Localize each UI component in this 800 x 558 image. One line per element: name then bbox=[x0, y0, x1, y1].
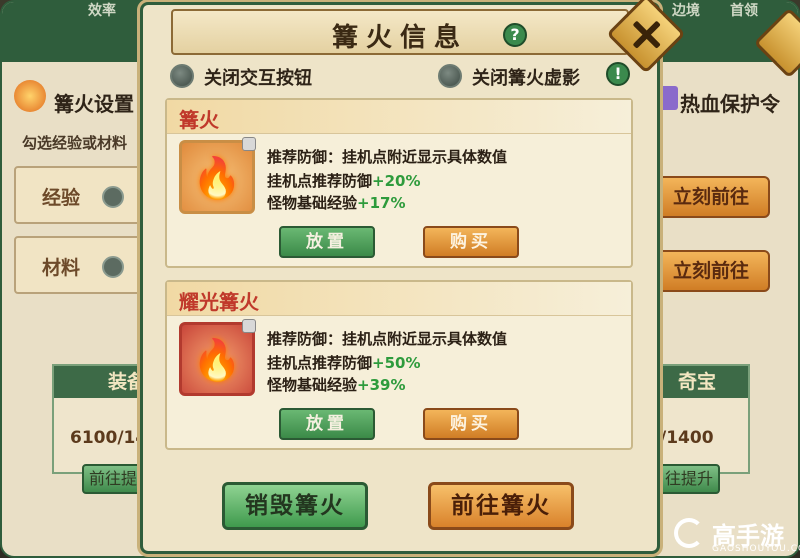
help-icon[interactable]: ? bbox=[503, 23, 527, 47]
equipment-card-title: 装备 bbox=[54, 366, 154, 398]
protection-order-title: 热血保护令 bbox=[680, 92, 780, 116]
equipment-upgrade-button[interactable]: 前往提 bbox=[82, 464, 144, 494]
item-exp-label: 怪物基础经验 bbox=[267, 376, 358, 394]
go-now-button-2[interactable]: 立刻前往 bbox=[652, 250, 770, 292]
top-tab-left[interactable]: 效率 bbox=[88, 0, 116, 20]
item-desc: 推荐防御：挂机点附近显示具体数值 bbox=[267, 330, 508, 348]
item-name: 篝火 bbox=[179, 108, 219, 132]
destroy-bonfire-button[interactable]: 销毁篝火 bbox=[222, 482, 368, 530]
watermark-domain: GAOSHOUYOU.COM bbox=[712, 544, 800, 554]
bonfire-settings-icon bbox=[14, 80, 46, 112]
toggle-shadow-label: 关闭篝火虚影 bbox=[472, 68, 580, 89]
item-exp-value: +39% bbox=[357, 376, 406, 394]
lock-icon bbox=[242, 137, 256, 151]
dialog-titlebar: 篝火信息 ? bbox=[171, 9, 629, 55]
material-option-label: 材料 bbox=[42, 257, 81, 279]
item-defense-label: 挂机点推荐防御 bbox=[267, 354, 373, 372]
buy-button[interactable]: 购买 bbox=[423, 408, 519, 440]
bonfire-item-card: 篝火 🔥 推荐防御：挂机点附近显示具体数值 挂机点推荐防御+20% 怪物基础经验… bbox=[165, 98, 633, 268]
toggle-interact-label: 关闭交互按钮 bbox=[204, 68, 312, 89]
bonfire-settings-hint: 勾选经验或材料 bbox=[22, 134, 128, 152]
top-tab-boss[interactable]: 首领 bbox=[730, 0, 758, 20]
item-defense-label: 挂机点推荐防御 bbox=[267, 172, 373, 190]
item-defense-line: 挂机点推荐防御+20% bbox=[267, 170, 421, 191]
top-tab-border[interactable]: 边境 bbox=[672, 0, 700, 20]
item-exp-label: 怪物基础经验 bbox=[267, 194, 358, 212]
exp-radio[interactable] bbox=[102, 186, 124, 208]
flame-icon: 🔥 bbox=[192, 155, 242, 202]
radiant-bonfire-item-card: 耀光篝火 🔥 推荐防御：挂机点附近显示具体数值 挂机点推荐防御+50% 怪物基础… bbox=[165, 280, 633, 450]
watermark-logo: 高手游 GAOSHOUYOU.COM bbox=[672, 512, 800, 558]
dialog-title: 篝火信息 bbox=[331, 23, 468, 53]
item-name: 耀光篝火 bbox=[179, 290, 259, 314]
item-exp-value: +17% bbox=[357, 194, 406, 212]
place-button[interactable]: 放置 bbox=[279, 408, 375, 440]
toggle-shadow-radio[interactable] bbox=[438, 64, 462, 88]
go-now-button-1[interactable]: 立刻前往 bbox=[652, 176, 770, 218]
treasure-upgrade-button[interactable]: 往提升 bbox=[658, 464, 720, 494]
material-radio[interactable] bbox=[102, 256, 124, 278]
protection-order-icon bbox=[660, 86, 678, 110]
exp-option-label: 经验 bbox=[42, 187, 81, 209]
item-exp-line: 怪物基础经验+17% bbox=[267, 192, 406, 213]
bonfire-icon[interactable]: 🔥 bbox=[179, 137, 256, 214]
item-defense-line: 挂机点推荐防御+50% bbox=[267, 352, 421, 373]
info-icon[interactable]: ! bbox=[606, 62, 630, 86]
buy-button[interactable]: 购买 bbox=[423, 226, 519, 258]
toggle-interact-radio[interactable] bbox=[170, 64, 194, 88]
campfire-icon: 🔥 bbox=[192, 337, 242, 384]
radiant-bonfire-icon[interactable]: 🔥 bbox=[179, 319, 256, 396]
item-header: 耀光篝火 bbox=[167, 282, 631, 316]
equipment-progress: 6100/14 bbox=[70, 428, 148, 448]
bonfire-settings-title: 篝火设置 bbox=[54, 92, 134, 116]
item-header: 篝火 bbox=[167, 100, 631, 134]
goto-bonfire-button[interactable]: 前往篝火 bbox=[428, 482, 574, 530]
item-desc: 推荐防御：挂机点附近显示具体数值 bbox=[267, 148, 508, 166]
place-button[interactable]: 放置 bbox=[279, 226, 375, 258]
treasure-card: 奇宝 bbox=[658, 364, 750, 474]
lock-icon bbox=[242, 319, 256, 333]
item-exp-line: 怪物基础经验+39% bbox=[267, 374, 406, 395]
logo-icon bbox=[674, 518, 704, 548]
treasure-progress: /1400 bbox=[660, 428, 714, 448]
treasure-card-title: 奇宝 bbox=[660, 366, 748, 398]
item-defense-value: +50% bbox=[372, 354, 421, 372]
item-defense-value: +20% bbox=[372, 172, 421, 190]
